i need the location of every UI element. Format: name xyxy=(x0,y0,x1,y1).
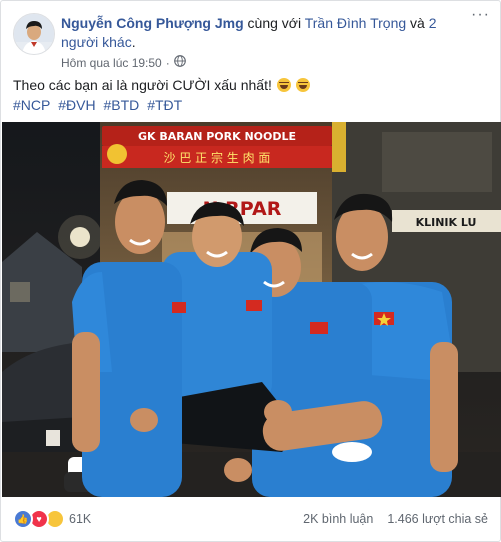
more-options-icon[interactable]: ··· xyxy=(471,7,490,23)
like-icon: 👍 xyxy=(13,509,33,529)
hashtag-ncp[interactable]: #NCP xyxy=(13,97,50,113)
post-text: Theo các bạn ai là người CƯỜI xấu nhất! xyxy=(13,75,310,95)
sign-right-text: KLINIK LU xyxy=(416,216,477,229)
dot-separator: · xyxy=(165,55,170,70)
post-photo[interactable]: GK BARAN PORK NOODLE 沙 巴 正 宗 生 肉 面 N RPA… xyxy=(2,122,501,497)
sign-top-text: GK BARAN PORK NOODLE xyxy=(138,130,296,143)
reaction-summary[interactable]: 👍 ♥ 61K xyxy=(13,509,91,529)
post-timestamp[interactable]: Hôm qua lúc 19:50 xyxy=(61,56,162,70)
avatar[interactable] xyxy=(13,13,55,55)
laughing-emoji-icon xyxy=(276,78,291,92)
tagged-person[interactable]: Trần Đình Trọng xyxy=(305,15,406,31)
post-footer: 👍 ♥ 61K 2K bình luận 1.466 lượt chia sẻ xyxy=(13,506,488,532)
hashtag-dvh[interactable]: #ĐVH xyxy=(58,97,95,113)
hashtag-list: #NCP #ĐVH #BTD #TĐT xyxy=(13,97,186,113)
post-card: ··· Nguyễn Công Phượng Jmg cùng với Trần… xyxy=(0,0,501,542)
comments-count[interactable]: 2K bình luận xyxy=(303,512,373,526)
globe-icon[interactable] xyxy=(173,55,186,70)
laughing-emoji-icon xyxy=(295,78,310,92)
shares-count[interactable]: 1.466 lượt chia sẻ xyxy=(387,512,488,526)
and-text: và xyxy=(406,15,429,31)
period: . xyxy=(131,34,136,50)
post-stats: 2K bình luận 1.466 lượt chia sẻ xyxy=(303,512,488,526)
post-header: Nguyễn Công Phượng Jmg cùng với Trần Đìn… xyxy=(61,14,471,52)
with-text: cùng với xyxy=(243,15,305,31)
reaction-count[interactable]: 61K xyxy=(69,512,91,526)
post-meta: Hôm qua lúc 19:50 · xyxy=(61,55,186,70)
sign-chinese-text: 沙 巴 正 宗 生 肉 面 xyxy=(164,150,271,165)
author-name[interactable]: Nguyễn Công Phượng Jmg xyxy=(61,15,244,31)
hashtag-tdt[interactable]: #TĐT xyxy=(147,97,182,113)
hashtag-btd[interactable]: #BTD xyxy=(104,97,140,113)
post-caption: Theo các bạn ai là người CƯỜI xấu nhất! xyxy=(13,77,272,93)
